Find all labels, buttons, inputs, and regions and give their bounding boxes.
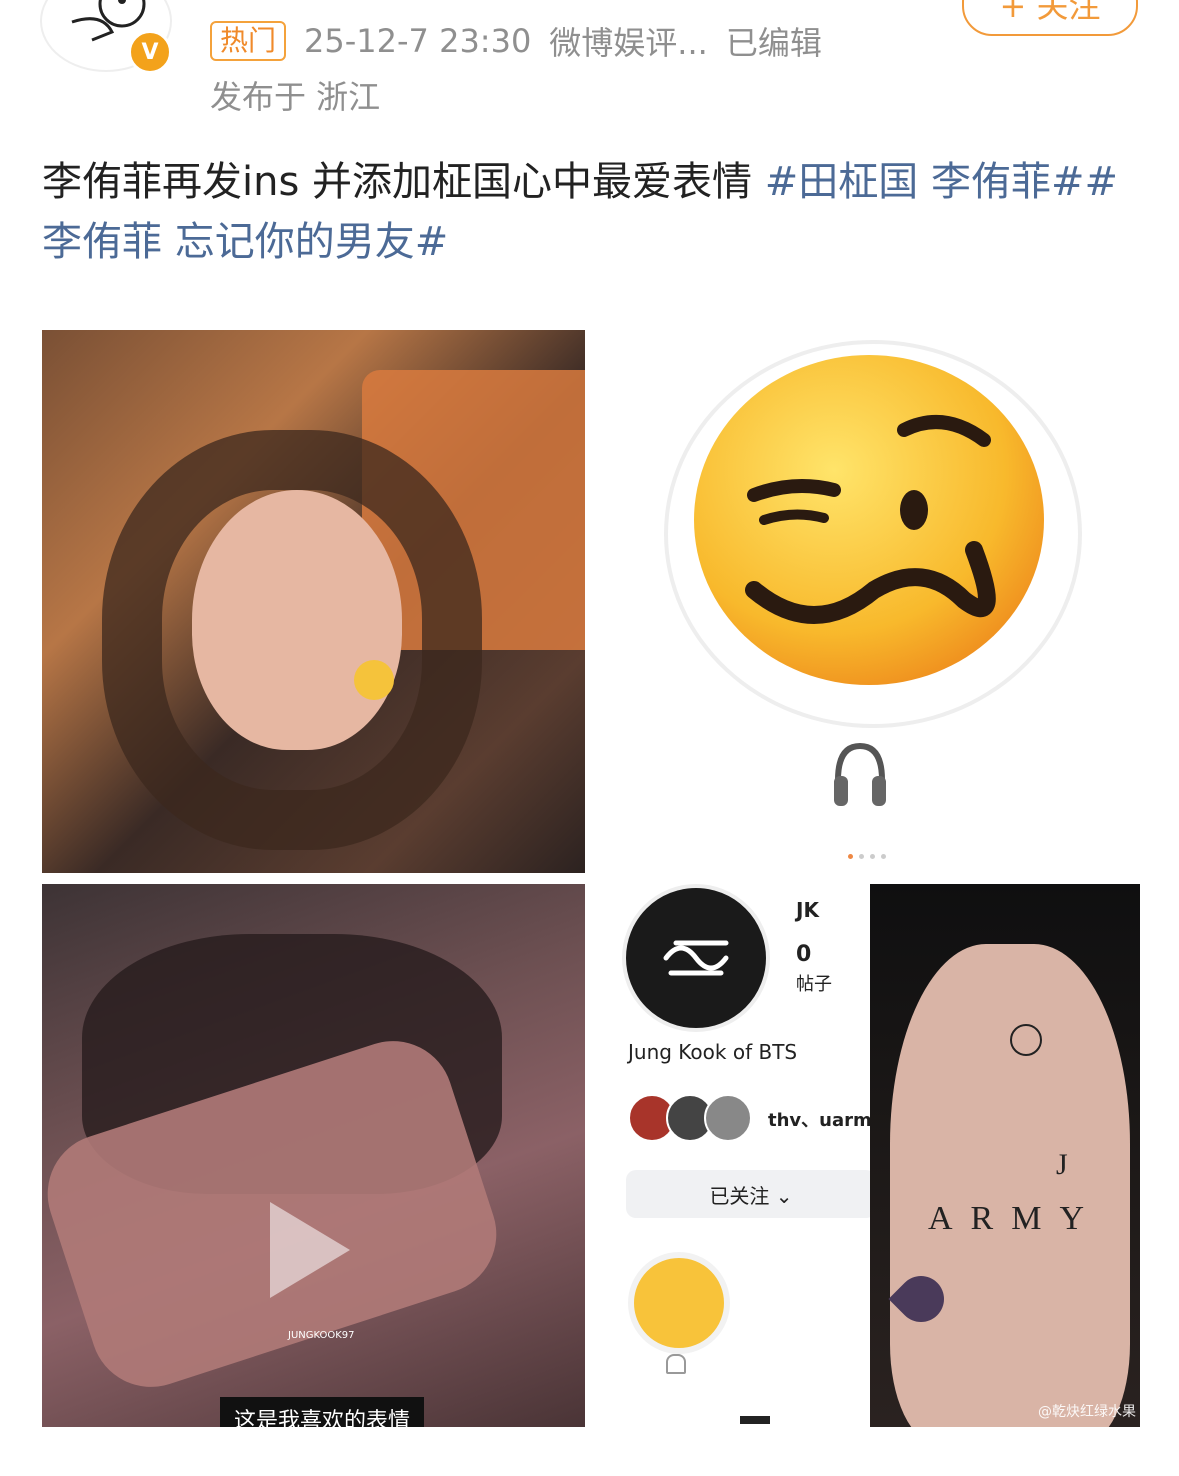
post-image-1[interactable]	[42, 330, 585, 873]
more-icon	[740, 1416, 770, 1424]
profile-posts-count: 0	[796, 942, 812, 967]
j-tattoo: J	[1056, 1148, 1068, 1181]
hair-shape	[102, 430, 482, 850]
story-emoji-icon	[628, 1252, 730, 1354]
post-text: 李侑菲再发ins 并添加柾国心中最爱表情 #田柾国 李侑菲##李侑菲 忘记你的男…	[42, 152, 1142, 272]
headphones-icon	[834, 742, 886, 806]
emoji-sticker-icon	[354, 660, 394, 700]
location: 发布于 浙江	[210, 78, 381, 116]
profile-followed-by: thv、uarm	[768, 1110, 872, 1131]
follow-button[interactable]: + 关注	[962, 0, 1138, 36]
follower-avatar-3	[704, 1094, 752, 1142]
profile-logo-icon	[663, 940, 729, 976]
post-meta: 热门 25-12-7 23:30 微博娱评... 已编辑	[210, 18, 822, 64]
video-subtitle: 这是我喜欢的表情	[220, 1397, 425, 1427]
hot-tag: 热门	[210, 21, 287, 61]
army-tattoo: ARMY	[928, 1200, 1103, 1237]
verified-badge-icon: V	[128, 30, 172, 74]
carousel-dots	[848, 854, 886, 859]
post-image-4[interactable]: JK 0 帖子 Jung Kook of BTS thv、uarm 已关注 ⌄ …	[594, 884, 1140, 1427]
timestamp: 25-12-7 23:30	[304, 22, 532, 60]
hand-photo: ARMY J @乾炔红绿水果	[870, 884, 1140, 1427]
profile-posts-label: 帖子	[796, 974, 832, 995]
topic-link-1[interactable]: #田柾国 李侑菲#	[765, 159, 1085, 205]
headphones-small-icon	[666, 1354, 686, 1374]
woozy-face-icon	[694, 355, 1044, 685]
video-caption: JUNGKOOK97	[288, 1330, 355, 1341]
play-icon[interactable]	[270, 1202, 350, 1298]
profile-fullname: Jung Kook of BTS	[628, 1040, 798, 1064]
profile-name: JK	[796, 898, 819, 922]
post-body: 李侑菲再发ins 并添加柾国心中最爱表情	[42, 159, 765, 205]
source[interactable]: 微博娱评...	[549, 18, 708, 64]
post-image-2[interactable]	[594, 330, 1140, 873]
hand-shape	[890, 944, 1130, 1427]
smiley-tattoo-icon	[1010, 1024, 1042, 1056]
post-video-3[interactable]: JUNGKOOK97 这是我喜欢的表情	[42, 884, 585, 1427]
watermark: @乾炔红绿水果	[1038, 1404, 1136, 1420]
profile-following-button: 已关注 ⌄	[626, 1170, 876, 1218]
edited-label[interactable]: 已编辑	[726, 18, 822, 64]
profile-avatar	[622, 884, 770, 1032]
